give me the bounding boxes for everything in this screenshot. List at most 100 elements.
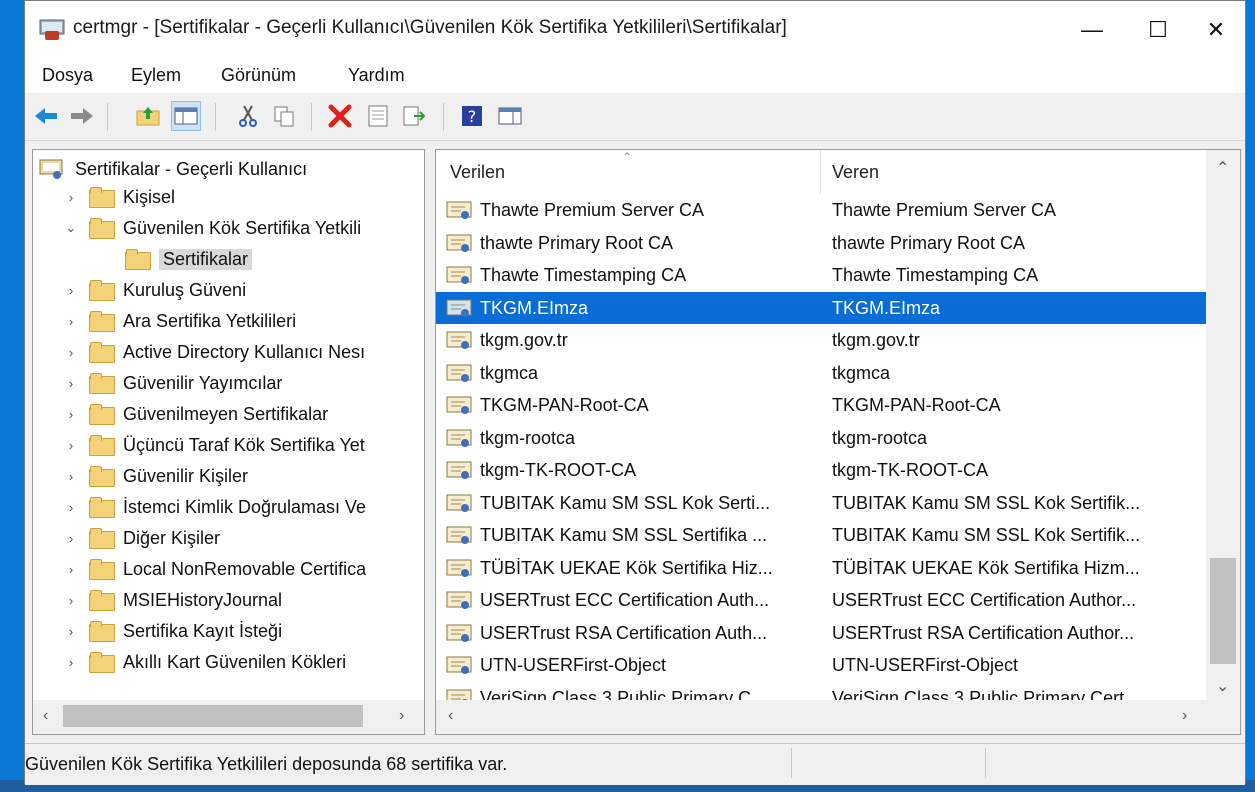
tree-expander-icon[interactable]: › bbox=[63, 407, 79, 422]
tree-item[interactable]: › Ara Sertifika Yetkilileri bbox=[63, 306, 296, 336]
certificate-list[interactable]: Verilen ⌃ Veren Thawte Premium Server CA… bbox=[435, 149, 1241, 735]
tree-expander-icon[interactable]: › bbox=[63, 593, 79, 608]
certificate-row[interactable]: TUBITAK Kamu SM SSL Sertifika ... TUBITAK… bbox=[436, 519, 1206, 551]
folder-icon bbox=[89, 497, 115, 518]
list-horizontal-scrollbar[interactable]: ‹ › bbox=[436, 700, 1240, 734]
certificate-icon bbox=[446, 299, 472, 317]
status-bar: Güvenilen Kök Sertifika Yetkilileri depo… bbox=[25, 743, 1245, 785]
tree-horizontal-scrollbar[interactable]: ‹ › bbox=[33, 700, 424, 734]
export-list-icon[interactable] bbox=[399, 101, 429, 131]
tree-expander-icon[interactable]: › bbox=[63, 500, 79, 515]
certificate-icon bbox=[446, 526, 472, 544]
issued-to-cell: USERTrust RSA Certification Auth... bbox=[480, 622, 768, 643]
status-text: Güvenilen Kök Sertifika Yetkilileri depo… bbox=[25, 754, 508, 774]
tree-expander-icon[interactable]: › bbox=[63, 655, 79, 670]
tree-item[interactable]: › Local NonRemovable Certifica bbox=[63, 554, 366, 584]
up-folder-icon[interactable] bbox=[133, 101, 163, 131]
certificate-row[interactable]: TKGM-PAN-Root-CA TKGM-PAN-Root-CA bbox=[436, 389, 1206, 421]
tree-expander-icon[interactable]: › bbox=[63, 283, 79, 298]
tree-item-label: Güvenilen Kök Sertifika Yetkili bbox=[123, 217, 362, 238]
tree-scroll-left-arrow[interactable]: ‹ bbox=[43, 707, 48, 725]
menu-eylem[interactable]: Eylem bbox=[131, 65, 181, 86]
maximize-button[interactable]: ☐ bbox=[1129, 1, 1187, 59]
tree-item[interactable]: › Güvenilir Yayımcılar bbox=[63, 368, 282, 398]
certificate-row[interactable]: thawte Primary Root CA thawte Primary Roo… bbox=[436, 227, 1206, 259]
certificate-row[interactable]: USERTrust RSA Certification Auth... USERT… bbox=[436, 617, 1206, 649]
issued-by-cell: USERTrust RSA Certification Author... bbox=[832, 622, 1135, 643]
column-veren[interactable]: Veren bbox=[832, 150, 879, 194]
action-pane-icon[interactable] bbox=[495, 101, 525, 131]
certificate-row[interactable]: tkgmca tkgmca bbox=[436, 357, 1206, 389]
tree-item-label: Akıllı Kart Güvenilen Kökleri bbox=[123, 651, 347, 672]
tree-horizontal-scroll-thumb[interactable] bbox=[63, 705, 363, 727]
tree-expander-icon[interactable]: › bbox=[63, 314, 79, 329]
issued-to-cell: tkgm-rootca bbox=[480, 427, 576, 448]
title-bar[interactable]: certmgr - [Sertifikalar - Geçerli Kullan… bbox=[25, 1, 1245, 59]
certificate-row[interactable]: tkgm-rootca tkgm-rootca bbox=[436, 422, 1206, 454]
tree-expander-icon[interactable]: › bbox=[63, 190, 79, 205]
minimize-button[interactable]: — bbox=[1063, 1, 1121, 59]
certificate-row[interactable]: UTN-USERFirst-Object UTN-USERFirst-Object bbox=[436, 649, 1206, 681]
tree-scroll-right-arrow[interactable]: › bbox=[399, 707, 404, 725]
tree-expander-icon[interactable]: › bbox=[63, 345, 79, 360]
list-horizontal-scroll-thumb[interactable] bbox=[472, 705, 1172, 727]
show-hide-tree-icon[interactable] bbox=[171, 101, 201, 131]
tree-item[interactable]: ⌄ Güvenilen Kök Sertifika Yetkili bbox=[63, 213, 361, 243]
tree-item[interactable]: › Akıllı Kart Güvenilen Kökleri bbox=[63, 647, 346, 677]
list-scroll-left-arrow[interactable]: ‹ bbox=[448, 707, 453, 725]
help-icon[interactable]: ? bbox=[457, 101, 487, 131]
tree-item[interactable]: › Sertifika Kayıt İsteği bbox=[63, 616, 282, 646]
tree-item[interactable]: › Güvenilir Kişiler bbox=[63, 461, 248, 491]
properties-icon[interactable] bbox=[363, 101, 393, 131]
tree-item-label: Kişisel bbox=[123, 186, 176, 207]
issued-to-cell: tkgm-TK-ROOT-CA bbox=[480, 460, 636, 480]
tree-item[interactable]: › Üçüncü Taraf Kök Sertifika Yet bbox=[63, 430, 365, 460]
certificate-row[interactable]: TUBITAK Kamu SM SSL Kok Serti... TUBITAK … bbox=[436, 487, 1206, 519]
tree-item[interactable]: Sertifikalar bbox=[99, 244, 253, 274]
tree-item[interactable]: › MSIEHistoryJournal bbox=[63, 585, 282, 615]
tree-expander-icon[interactable]: › bbox=[63, 531, 79, 546]
certificate-row[interactable]: USERTrust ECC Certification Auth... USERT… bbox=[436, 584, 1206, 616]
delete-icon[interactable] bbox=[325, 101, 355, 131]
tree-item[interactable]: › Kuruluş Güveni bbox=[63, 275, 246, 305]
certificate-row[interactable]: tkgm.gov.tr tkgm.gov.tr bbox=[436, 324, 1206, 356]
tree-expander-icon[interactable]: › bbox=[63, 469, 79, 484]
column-verilen[interactable]: Verilen bbox=[450, 150, 505, 194]
toolbar-separator bbox=[215, 103, 216, 131]
list-vertical-scroll-thumb[interactable] bbox=[1210, 558, 1236, 664]
certificate-row[interactable]: TÜBİTAK UEKAE Kök Sertifika Hiz... TÜBİTA… bbox=[436, 552, 1206, 584]
tree-item[interactable]: › Güvenilmeyen Sertifikalar bbox=[63, 399, 328, 429]
tree-root[interactable]: Sertifikalar - Geçerli Kullanıcı bbox=[39, 154, 307, 184]
cut-icon[interactable] bbox=[233, 101, 263, 131]
certificate-row[interactable]: tkgm-TK-ROOT-CA tkgm-TK-ROOT-CA bbox=[436, 454, 1206, 486]
tree-item[interactable]: › Diğer Kişiler bbox=[63, 523, 220, 553]
certmgr-window: certmgr - [Sertifikalar - Geçerli Kullan… bbox=[24, 0, 1246, 785]
tree-expander-icon[interactable]: ⌄ bbox=[63, 220, 79, 236]
list-vertical-scrollbar[interactable]: ⌃ ⌄ bbox=[1206, 150, 1240, 700]
tree-expander-icon[interactable]: › bbox=[63, 624, 79, 639]
list-scroll-right-arrow[interactable]: › bbox=[1182, 707, 1187, 725]
tree-expander-icon[interactable]: › bbox=[63, 376, 79, 391]
certificate-row[interactable]: Thawte Timestamping CA Thawte Timestampin… bbox=[436, 259, 1206, 291]
toolbar-separator bbox=[443, 103, 444, 131]
tree-item-label: Active Directory Kullanıcı Nesı bbox=[123, 341, 366, 362]
back-icon[interactable] bbox=[31, 101, 61, 131]
console-tree[interactable]: Sertifikalar - Geçerli Kullanıcı › Kişise… bbox=[32, 149, 425, 735]
column-divider[interactable] bbox=[820, 150, 821, 194]
menu-yardim[interactable]: Yardım bbox=[348, 65, 405, 86]
copy-icon[interactable] bbox=[269, 101, 299, 131]
certificate-row[interactable]: TKGM.EImza TKGM.EImza bbox=[436, 291, 1206, 324]
forward-icon[interactable] bbox=[67, 101, 97, 131]
tree-item[interactable]: › Active Directory Kullanıcı Nesı bbox=[63, 337, 365, 367]
menu-gorunum[interactable]: Görünüm bbox=[221, 65, 296, 86]
tree-expander-icon[interactable]: › bbox=[63, 562, 79, 577]
tree-expander-icon[interactable]: › bbox=[63, 438, 79, 453]
tree-item[interactable]: › Kişisel bbox=[63, 182, 175, 212]
certificate-row[interactable]: Thawte Premium Server CA Thawte Premium S… bbox=[436, 194, 1206, 226]
close-button[interactable]: ✕ bbox=[1187, 1, 1245, 59]
menu-dosya[interactable]: Dosya bbox=[42, 65, 93, 86]
tree-item[interactable]: › İstemci Kimlik Doğrulaması Ve bbox=[63, 492, 366, 522]
list-scroll-down-arrow[interactable]: ⌄ bbox=[1216, 676, 1229, 696]
tree-item-label: Kuruluş Güveni bbox=[123, 279, 247, 300]
list-scroll-up-arrow[interactable]: ⌃ bbox=[1216, 158, 1229, 178]
